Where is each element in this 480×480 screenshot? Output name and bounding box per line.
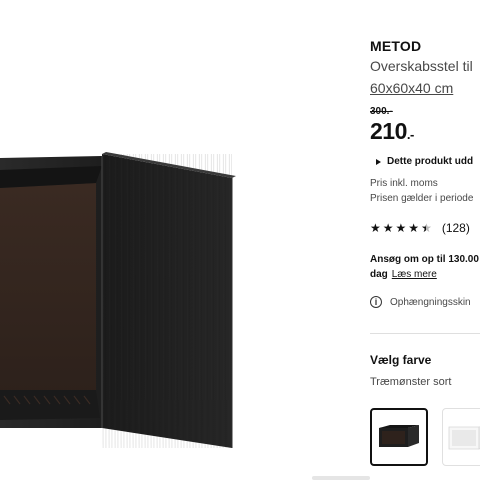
rating-count: (128) xyxy=(441,221,470,235)
info-circle-icon: i xyxy=(370,296,382,308)
product-image-cabinet xyxy=(0,152,236,448)
image-scrollbar-thumb[interactable] xyxy=(312,476,370,480)
swatch-cabinet-black-image xyxy=(379,425,419,447)
star-half-icon: ★ xyxy=(421,222,432,234)
star-icon: ★ xyxy=(370,221,381,235)
previous-price: 300.- xyxy=(370,106,393,117)
price-tail: .- xyxy=(406,127,414,142)
credit-offer-line2-text: dag xyxy=(370,269,388,280)
vat-note: Pris inkl. moms xyxy=(370,178,438,189)
star-icon: ★ xyxy=(395,221,407,235)
color-section-title: Vælg farve xyxy=(370,353,432,367)
credit-offer-line1: Ansøg om op til 130.00 xyxy=(370,254,479,265)
selected-color-name: Træmønster sort xyxy=(370,376,452,388)
swatch-cabinet-white-image xyxy=(448,426,480,450)
product-description: Overskabsstel til xyxy=(370,58,473,74)
product-info-toggle[interactable]: Dette produkt udd xyxy=(376,156,473,167)
credit-offer-line2: dag Læs mere xyxy=(370,267,479,282)
star-icon: ★ xyxy=(408,221,420,235)
current-price: 210.- xyxy=(370,118,414,145)
color-swatch-selected[interactable] xyxy=(370,408,428,466)
product-info-toggle-label: Dette produkt udd xyxy=(387,156,474,167)
price-period-note: Prisen gælder i periode xyxy=(370,193,474,204)
star-icon: ★ xyxy=(382,221,394,235)
product-info-panel: METOD Overskabsstel til 60x60x40 cm 300.… xyxy=(370,0,480,480)
product-dimensions-link[interactable]: 60x60x40 cm xyxy=(370,80,453,96)
price-main: 210 xyxy=(370,118,407,144)
product-image-gallery[interactable] xyxy=(0,0,370,480)
credit-offer: Ansøg om op til 130.00 dag Læs mere xyxy=(370,252,479,282)
color-swatch-white[interactable] xyxy=(442,408,480,466)
read-more-link[interactable]: Læs mere xyxy=(392,269,437,280)
mounting-rail-notice[interactable]: i Ophængningsskin xyxy=(370,296,471,308)
triangle-right-icon xyxy=(376,158,381,165)
product-name: METOD xyxy=(370,38,422,54)
rating-summary[interactable]: ★ ★ ★ ★ ★ (128) xyxy=(370,221,470,235)
mounting-rail-notice-text: Ophængningsskin xyxy=(390,296,471,308)
section-divider xyxy=(370,333,480,334)
